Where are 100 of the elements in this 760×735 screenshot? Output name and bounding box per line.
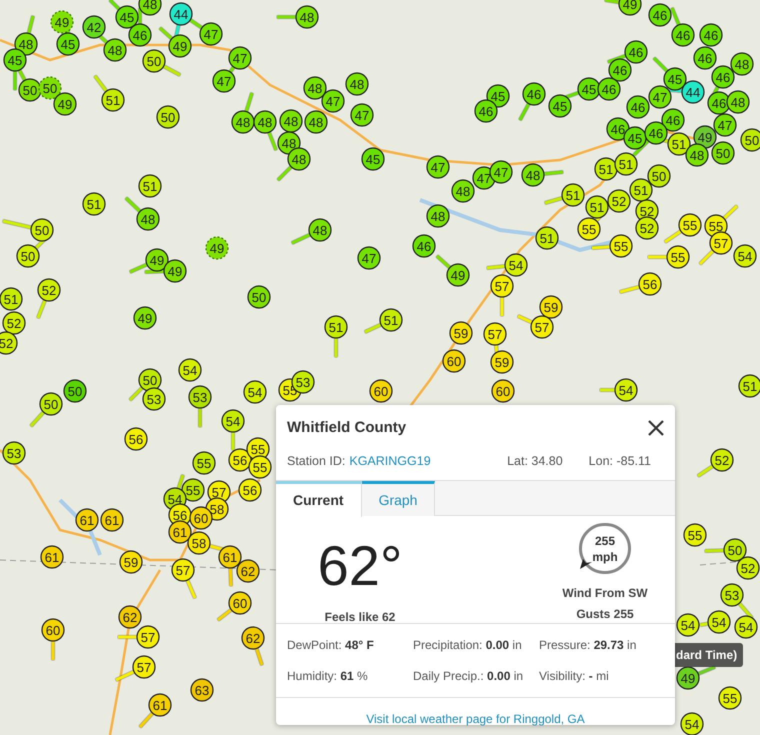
temperature-reading: 56 [172, 508, 188, 523]
temperature-reading: 60 [446, 354, 462, 369]
temperature-reading: 49 [210, 241, 224, 256]
temperature-reading: 51 [598, 162, 614, 177]
temperature-reading: 54 [168, 492, 182, 507]
temperature-reading: 54 [738, 249, 752, 264]
temperature-reading: 50 [716, 146, 730, 161]
temperature-reading: 59 [124, 555, 138, 570]
temperature-reading: 61 [44, 550, 60, 565]
temperature-reading: 46 [610, 122, 626, 137]
temperature-reading: 45 [490, 89, 506, 104]
temperature-reading: 52 [640, 204, 654, 219]
temperature-reading: 50 [252, 290, 266, 305]
temperature-reading: 45 [120, 10, 134, 25]
temperature-reading: 47 [326, 94, 340, 109]
temperature-reading: 55 [722, 691, 738, 706]
temperature-reading: 46 [630, 100, 646, 115]
temperature-reading: 51 [618, 157, 634, 172]
temperature-reading: 51 [672, 137, 686, 152]
temperature-reading: 50 [68, 384, 82, 399]
temperature-reading: 46 [666, 113, 680, 128]
temperature-reading: 46 [416, 239, 432, 254]
temperature-reading: 54 [738, 620, 754, 635]
temperature-reading: 56 [232, 453, 248, 468]
station-id-link[interactable]: KGARINGG19 [349, 452, 431, 470]
temperature-reading: 54 [248, 385, 262, 400]
temperature-reading: 47 [652, 90, 668, 105]
temperature-reading: 60 [232, 596, 248, 611]
temperature-reading: 55 [252, 460, 268, 475]
temperature-reading: 54 [226, 414, 240, 429]
temperature-reading: 45 [628, 131, 642, 146]
temperature-reading: 46 [716, 70, 730, 85]
temperature-reading: 45 [582, 82, 596, 97]
temperature-reading: 55 [250, 442, 266, 457]
temperature-reading: 55 [196, 456, 212, 471]
temperature-reading: 55 [186, 483, 200, 498]
temperature-reading: 56 [242, 483, 258, 498]
wind-direction: Wind From SW [562, 585, 648, 602]
temperature-reading: 47 [216, 74, 232, 89]
temperature-reading: 49 [58, 97, 72, 112]
temperature-reading: 47 [430, 160, 446, 175]
temperature-reading: 55 [688, 528, 702, 543]
temperature-reading: 48 [430, 209, 446, 224]
temperature-reading: 48 [526, 168, 540, 183]
temperature-reading: 51 [4, 292, 18, 307]
temperature-reading: 51 [384, 313, 398, 328]
temperature-reading: 60 [46, 623, 60, 638]
temperature-reading: 46 [612, 63, 628, 78]
tab[interactable]: Current [276, 481, 362, 518]
temperature-reading: 50 [44, 397, 58, 412]
temperature-reading: 59 [544, 300, 558, 315]
temperature-reading: 61 [172, 525, 188, 540]
temperature-reading: 45 [60, 37, 76, 52]
temperature-reading: 48 [292, 152, 306, 167]
temperature-reading: 48 [456, 184, 470, 199]
temperature-reading: 49 [168, 264, 182, 279]
temperature-reading: 46 [652, 8, 668, 23]
weather-detail: Pressure: 29.73 in [539, 637, 638, 654]
temperature-reading: 59 [494, 355, 510, 370]
temperature-reading: 61 [80, 513, 94, 528]
temperature-reading: 46 [132, 28, 148, 43]
temperature-reading: 42 [86, 20, 102, 35]
temperature-reading: 62 [240, 564, 256, 579]
temperature-reading: 57 [212, 485, 226, 500]
weather-detail: DewPoint: 48° F [287, 637, 375, 654]
temperature-reading: 54 [680, 618, 696, 633]
temperature-reading: 59 [454, 326, 468, 341]
temperature-reading: 53 [146, 392, 162, 407]
temperature-reading: 49 [698, 130, 712, 145]
temperature-reading: 48 [350, 77, 364, 92]
temperature-reading: 51 [540, 231, 554, 246]
temperature-reading: 50 [42, 81, 58, 96]
temperature-reading: 46 [704, 28, 718, 43]
temperature-reading: 54 [618, 383, 634, 398]
temperature-reading: 51 [106, 93, 120, 108]
temperature-reading: 60 [374, 384, 388, 399]
temperature-reading: 46 [698, 51, 712, 66]
temperature-reading: 50 [146, 54, 162, 69]
temperature-reading: 46 [602, 82, 616, 97]
temperature-reading: 58 [192, 536, 206, 551]
temperature-reading: 50 [652, 169, 666, 184]
temperature-reading: 48 [300, 10, 314, 25]
temperature-reading: 54 [508, 258, 524, 273]
temperature-reading: 48 [236, 115, 250, 130]
temperature-reading: 50 [22, 83, 38, 98]
temperature-reading: 49 [622, 0, 638, 12]
temperature-reading: 50 [728, 543, 742, 558]
temperature-reading: 53 [724, 588, 740, 603]
temperature-reading: 49 [450, 268, 466, 283]
temperature-reading: 44 [174, 7, 188, 22]
temperature-reading: 55 [582, 222, 596, 237]
temperature-reading: 53 [192, 390, 208, 405]
weather-detail: Precipitation: 0.00 in [413, 637, 523, 654]
local-weather-link[interactable]: Visit local weather page for Ringgold, GA [366, 710, 585, 728]
temperature-reading: 57 [176, 563, 190, 578]
temperature-reading: 52 [612, 194, 626, 209]
tab[interactable]: Graph [362, 481, 436, 516]
temperature-reading: 49 [54, 15, 70, 30]
weather-detail: Humidity: 61 % [287, 668, 369, 686]
temperature-reading: 46 [526, 87, 542, 102]
